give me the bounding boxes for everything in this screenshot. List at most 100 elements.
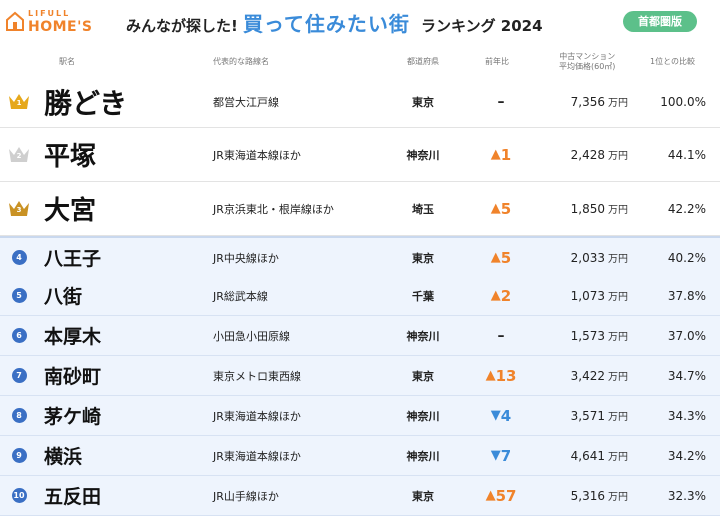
station-name: 五反田 <box>44 486 102 508</box>
station-name: 南砂町 <box>44 366 102 388</box>
prefecture: 神奈川 <box>406 409 440 423</box>
column-header-line: 代表的な路線名 <box>213 57 269 66</box>
price-unit: 万円 <box>608 492 628 503</box>
rank-number: 6 <box>11 328 27 343</box>
average-price: 7,356 万円 <box>548 76 628 127</box>
rank-marker: 6 <box>6 316 32 355</box>
station-name: 八街 <box>44 286 83 308</box>
price-value: 2,428 <box>570 147 605 162</box>
prefecture: 東京 <box>412 251 434 265</box>
line-name: 小田急小田原線 <box>213 329 290 343</box>
station-name: 横浜 <box>44 446 83 468</box>
average-price: 3,422 万円 <box>548 356 628 395</box>
ratio-to-first: 40.2% <box>667 250 706 265</box>
rank-number: 9 <box>11 448 27 463</box>
crown-icon: 1 <box>8 93 30 110</box>
price-unit: 万円 <box>608 452 628 463</box>
logo-main-text: HOME'S <box>28 19 93 35</box>
up-arrow-icon: ▲ <box>485 368 496 383</box>
average-price: 2,428 万円 <box>548 128 628 181</box>
title-part1: みんなが探した! <box>126 17 238 35</box>
average-price: 1,573 万円 <box>548 316 628 355</box>
table-row: 9 横浜 JR東海道本線ほか 神奈川 ▼ 7 4,641 万円 34.2% <box>0 436 720 476</box>
title-part3: ランキング 2024 <box>421 17 543 35</box>
yoy-value: 5 <box>500 199 512 218</box>
ratio-to-first: 37.8% <box>667 288 706 303</box>
yoy-value: 57 <box>495 486 517 505</box>
price-unit: 万円 <box>608 151 628 162</box>
rank-marker: 7 <box>6 356 32 395</box>
price-value: 3,422 <box>570 368 605 383</box>
average-price: 4,641 万円 <box>548 436 628 475</box>
logo-top-text: LIFULL <box>28 9 71 18</box>
ratio-to-first: 37.0% <box>667 328 706 343</box>
rank-number: 7 <box>11 368 27 383</box>
rank-marker: 1 <box>6 76 32 127</box>
yoy-change: ▲ 5 <box>470 182 532 235</box>
price-value: 5,316 <box>570 488 605 503</box>
price-unit: 万円 <box>608 205 628 216</box>
rank-marker: 3 <box>6 182 32 235</box>
line-name: 都営大江戸線 <box>213 95 279 109</box>
price-header-line1: 中古マンション <box>559 52 616 61</box>
price-unit: 万円 <box>608 372 628 383</box>
price-value: 7,356 <box>570 94 605 109</box>
up-arrow-icon: ▲ <box>490 250 501 265</box>
ratio-to-first: 44.1% <box>667 147 706 162</box>
table-row: 4 八王子 JR中央線ほか 東京 ▲ 5 2,033 万円 40.2% <box>0 236 720 278</box>
station-name: 茅ケ崎 <box>44 406 102 428</box>
table-row: 1 勝どき 都営大江戸線 東京 – 7,356 万円 100.0% <box>0 76 720 128</box>
yoy-change: ▲ 5 <box>470 238 532 277</box>
rank-number: 5 <box>11 288 27 303</box>
yoy-value: 13 <box>495 366 517 385</box>
average-price: 3,571 万円 <box>548 396 628 435</box>
rank-number: 3 <box>16 206 22 214</box>
table-row: 10 五反田 JR山手線ほか 東京 ▲ 57 5,316 万円 32.3% <box>0 476 720 516</box>
ratio-to-first: 34.7% <box>667 368 706 383</box>
average-price: 1,073 万円 <box>548 276 628 315</box>
column-header-yoy: 前年比 <box>485 57 509 66</box>
up-arrow-icon: ▲ <box>490 147 501 162</box>
column-header-station: 駅名 <box>59 57 75 66</box>
crown-icon: 3 <box>8 200 30 217</box>
down-arrow-icon: ▼ <box>490 408 501 423</box>
prefecture: 東京 <box>412 95 434 109</box>
station-name: 平塚 <box>44 142 97 172</box>
title-part2: 買って住みたい街 <box>242 12 410 36</box>
rank-number: 2 <box>16 152 22 160</box>
price-unit: 万円 <box>608 332 628 343</box>
yoy-value: 1 <box>500 145 512 164</box>
price-value: 1,573 <box>570 328 605 343</box>
station-name: 本厚木 <box>44 326 102 348</box>
table-row: 7 南砂町 東京メトロ東西線 東京 ▲ 13 3,422 万円 34.7% <box>0 356 720 396</box>
yoy-value: 2 <box>500 286 512 305</box>
price-value: 4,641 <box>570 448 605 463</box>
station-name: 八王子 <box>44 248 102 270</box>
yoy-value: 5 <box>500 248 512 267</box>
price-header-line2: 平均価格(60㎡) <box>559 62 616 71</box>
average-price: 2,033 万円 <box>548 238 628 277</box>
prefecture: 千葉 <box>412 289 434 303</box>
table-row: 3 大宮 JR京浜東北・根岸線ほか 埼玉 ▲ 5 1,850 万円 42.2% <box>0 182 720 236</box>
line-name: JR東海道本線ほか <box>213 409 301 423</box>
prefecture: 神奈川 <box>406 148 440 162</box>
rank-marker: 8 <box>6 396 32 435</box>
station-name: 勝どき <box>44 86 128 120</box>
rank-number: 10 <box>11 488 27 503</box>
rank-marker: 9 <box>6 436 32 475</box>
price-unit: 万円 <box>608 412 628 423</box>
ratio-to-first: 42.2% <box>667 201 706 216</box>
region-badge: 首都圏版 <box>623 11 697 32</box>
line-name: JR東海道本線ほか <box>213 148 301 162</box>
line-name: 東京メトロ東西線 <box>213 369 301 383</box>
rank-marker: 4 <box>6 238 32 277</box>
yoy-change: ▲ 2 <box>470 276 532 315</box>
line-name: JR中央線ほか <box>213 251 279 265</box>
column-header-prefecture: 都道府県 <box>407 57 439 66</box>
price-value: 1,850 <box>570 201 605 216</box>
yoy-value: 4 <box>500 406 512 425</box>
prefecture: 神奈川 <box>406 449 440 463</box>
line-name: JR京浜東北・根岸線ほか <box>213 202 334 216</box>
yoy-change: – <box>497 327 505 344</box>
line-name: JR山手線ほか <box>213 489 279 503</box>
